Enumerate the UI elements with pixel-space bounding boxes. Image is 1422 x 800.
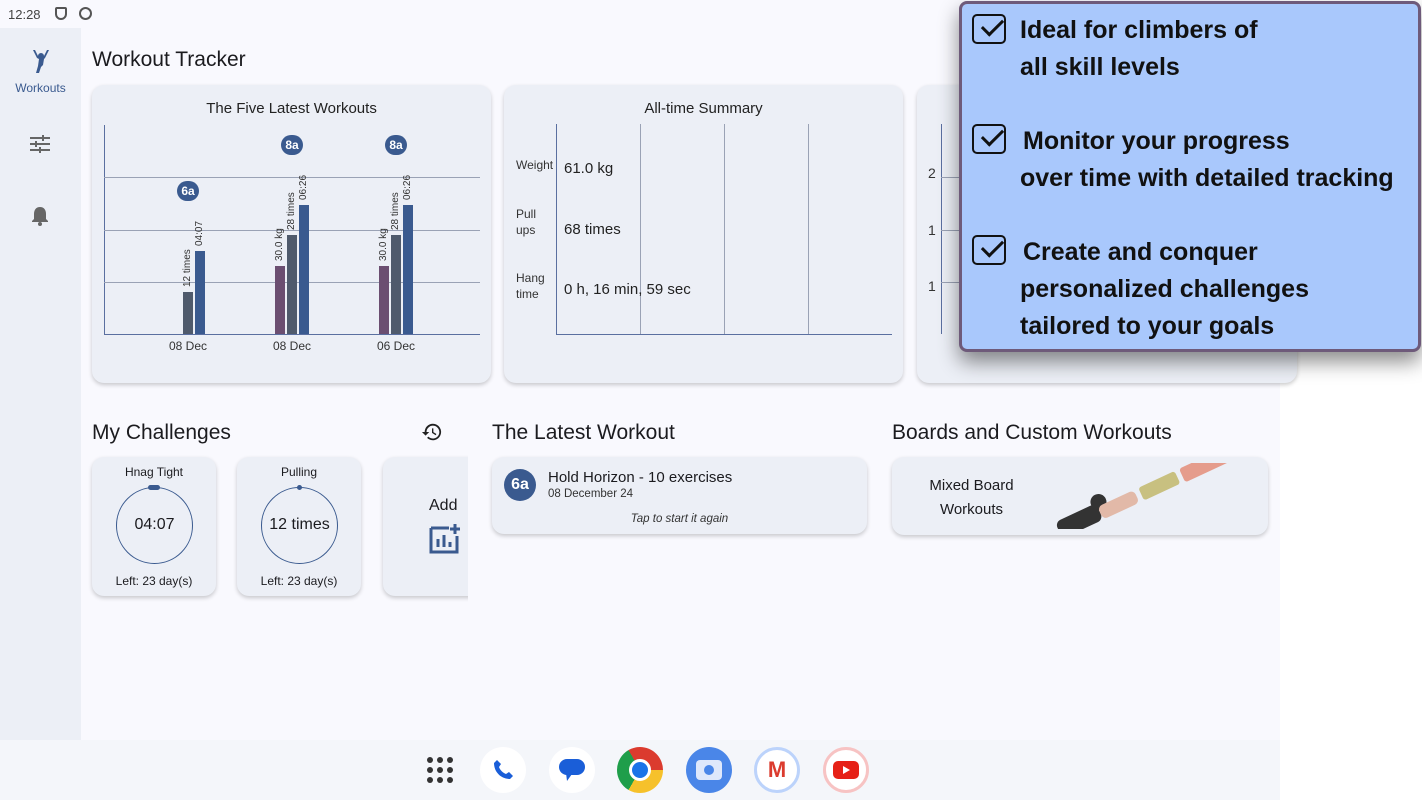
x-tick-label: 08 Dec xyxy=(168,339,208,353)
sidebar: Workouts xyxy=(0,28,81,740)
youtube-icon[interactable] xyxy=(823,747,869,793)
feature-text: Ideal for climbers of all skill levels xyxy=(1020,16,1258,81)
y-tick: 1 xyxy=(928,278,936,294)
sidebar-item-label: Workouts xyxy=(15,81,66,95)
bar-hang-time xyxy=(195,251,205,334)
y-tick: 1 xyxy=(928,222,936,238)
bar-chart: 08 Dec 12 times 04:07 6a 08 Dec 30.0 kg 28 tim… xyxy=(92,85,491,383)
x-axis xyxy=(104,334,480,335)
bar-pull-ups xyxy=(287,235,297,334)
checkbox-icon xyxy=(972,124,1006,154)
challenges-list[interactable]: Hnag Tight 04:07 Left: 23 day(s) Pulling… xyxy=(85,450,468,610)
x-tick-label: 06 Dec xyxy=(376,339,416,353)
checkbox-icon xyxy=(972,14,1006,44)
camera-icon[interactable] xyxy=(686,747,732,793)
bar-pull-ups xyxy=(183,292,193,334)
add-label: Add xyxy=(429,497,458,514)
summary-axis xyxy=(556,124,557,334)
challenge-progress-ring: 12 times xyxy=(261,487,338,564)
add-chart-icon xyxy=(429,524,460,554)
summary-title: All-time Summary xyxy=(644,100,763,117)
challenge-days-left: Left: 23 day(s) xyxy=(115,574,193,588)
progress-indicator xyxy=(148,485,160,490)
bar-data-label: 06:26 xyxy=(402,175,413,201)
hangboards-image xyxy=(1056,463,1230,529)
gridline xyxy=(640,124,641,334)
pullups-value: 68 times xyxy=(564,221,621,238)
bar-data-label: 04:07 xyxy=(194,221,205,247)
bar-data-label: 30.0 kg xyxy=(378,227,389,261)
bar-hang-time xyxy=(299,205,309,334)
grade-badge: 8a xyxy=(281,135,303,156)
page-title: Workout Tracker xyxy=(92,48,246,71)
bar-hang-time xyxy=(403,205,413,334)
challenge-card[interactable]: Hnag Tight 04:07 Left: 23 day(s) xyxy=(92,457,216,596)
weight-value: 61.0 kg xyxy=(564,160,614,177)
climber-icon xyxy=(33,50,49,73)
pullups-label: Pull ups xyxy=(516,207,537,237)
board-card-label: Mixed Board Workouts xyxy=(929,477,1014,518)
grade-badge: 8a xyxy=(385,135,407,156)
summary-baseline xyxy=(556,334,892,335)
bar-data-label: 06:26 xyxy=(298,175,309,201)
feature-promo-overlay: Ideal for climbers of all skill levels Mo… xyxy=(959,1,1421,352)
feature-text: Monitor your progress over time with deta… xyxy=(1020,127,1394,192)
y-tick: 2 xyxy=(928,165,936,181)
latest-workout-card[interactable]: 6a Hold Horizon - 10 exercises 08 Decemb… xyxy=(492,457,867,534)
grade-badge: 6a xyxy=(177,181,199,202)
bar-data-label: 28 times xyxy=(390,192,401,231)
workout-date: 08 December 24 xyxy=(548,488,634,500)
sidebar-item-workouts[interactable]: Workouts xyxy=(0,46,81,101)
feature-text: Create and conquer personalized challenge… xyxy=(1020,238,1309,340)
challenge-name: Hnag Tight xyxy=(124,465,184,479)
bar-weight xyxy=(379,265,389,334)
challenge-card[interactable]: Pulling 12 times Left: 23 day(s) xyxy=(237,457,361,596)
gridline xyxy=(808,124,809,334)
add-challenge-button[interactable]: Add xyxy=(383,457,468,596)
gridline xyxy=(104,177,480,179)
latest-workout-title: The Latest Workout xyxy=(492,421,675,444)
clock: 12:28 xyxy=(8,7,41,22)
mixed-board-workouts-card[interactable]: Mixed Board Workouts xyxy=(892,457,1268,535)
weight-label: Weight xyxy=(516,158,554,172)
checkbox-icon xyxy=(972,235,1006,265)
hang-time-label: Hang time xyxy=(516,271,545,301)
latest-workouts-chart-card[interactable]: The Five Latest Workouts 08 Dec 12 times 0… xyxy=(92,85,491,383)
challenges-title: My Challenges xyxy=(92,421,231,444)
gridline xyxy=(724,124,725,334)
hang-time-value: 0 h, 16 min, 59 sec xyxy=(564,281,691,298)
progress-indicator xyxy=(297,485,302,490)
x-tick-label: 08 Dec xyxy=(272,339,312,353)
challenge-name: Pulling xyxy=(280,465,318,479)
shield-icon xyxy=(55,7,67,20)
bell-icon[interactable] xyxy=(31,206,49,226)
apps-grid-icon[interactable] xyxy=(426,756,454,784)
grade-badge: 6a xyxy=(504,469,536,501)
all-time-summary-card: All-time Summary Weight 61.0 kg Pull ups… xyxy=(504,85,903,383)
workout-name: Hold Horizon - 10 exercises xyxy=(548,469,733,486)
messages-icon[interactable] xyxy=(549,747,595,793)
bar-data-label: 28 times xyxy=(286,192,297,231)
bar-weight xyxy=(275,265,285,334)
app-status-icon xyxy=(79,7,92,20)
challenge-days-left: Left: 23 day(s) xyxy=(260,574,338,588)
bar-data-label: 12 times xyxy=(182,249,193,288)
challenge-progress-ring: 04:07 xyxy=(116,487,193,564)
chart-axis xyxy=(941,124,942,334)
chrome-icon[interactable] xyxy=(617,747,663,793)
phone-icon[interactable] xyxy=(480,747,526,793)
restart-hint: Tap to start it again xyxy=(630,513,729,525)
gmail-icon[interactable]: M xyxy=(754,747,800,793)
bar-pull-ups xyxy=(391,235,401,334)
boards-title: Boards and Custom Workouts xyxy=(892,421,1172,444)
sliders-icon[interactable] xyxy=(30,135,50,153)
history-icon[interactable] xyxy=(421,421,443,443)
bar-data-label: 30.0 kg xyxy=(274,227,285,261)
